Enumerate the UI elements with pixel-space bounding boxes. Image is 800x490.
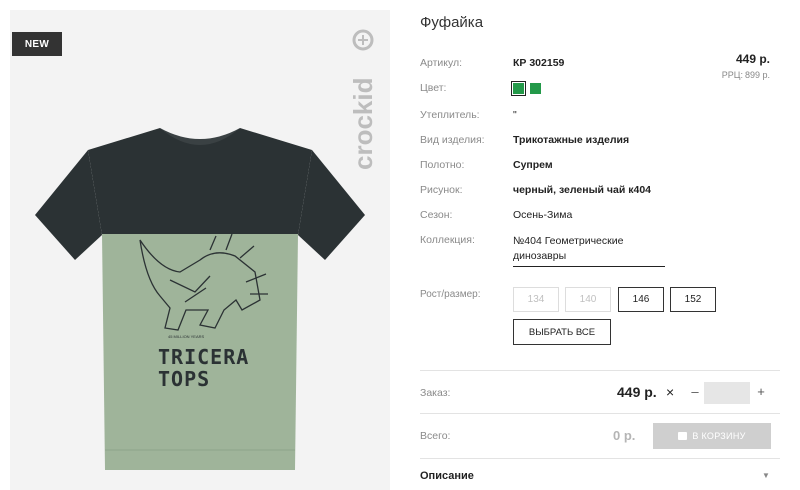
- product-photo[interactable]: NEW crockid 45 MILLION YEARS TRICERA TOP…: [10, 10, 390, 490]
- product-details: Фуфайка 449 р. РРЦ: 899 р. Артикул: КР 30…: [420, 0, 780, 490]
- product-title: Фуфайка: [420, 14, 484, 31]
- divider: [420, 370, 780, 371]
- qty-minus-button[interactable]: –: [688, 384, 702, 399]
- color-swatch[interactable]: [511, 80, 526, 96]
- select-all-button[interactable]: ВЫБРАТЬ ВСЕ: [513, 319, 611, 345]
- qty-input[interactable]: [704, 382, 750, 404]
- size-option-140[interactable]: 140: [565, 287, 611, 312]
- add-to-cart-label: В КОРЗИНУ: [692, 431, 746, 441]
- add-to-cart-button[interactable]: В КОРЗИНУ: [653, 423, 771, 449]
- size-label: Рост/размер:: [420, 289, 481, 300]
- divider: [420, 458, 780, 459]
- rrp-price: РРЦ: 899 р.: [721, 70, 770, 80]
- qty-plus-button[interactable]: +: [754, 384, 768, 399]
- collection-link[interactable]: №404 Геометрические динозавры: [513, 234, 665, 267]
- size-option-134[interactable]: 134: [513, 287, 559, 312]
- print-text: 45 MILLION YEARS TRICERA TOPS: [158, 334, 249, 391]
- total-value: 0 р.: [613, 428, 636, 443]
- chevron-down-icon[interactable]: ▼: [762, 471, 770, 480]
- size-option-146[interactable]: 146: [618, 287, 664, 312]
- description-toggle[interactable]: Описание: [420, 470, 474, 482]
- order-label: Заказ:: [420, 387, 451, 399]
- clear-order-icon[interactable]: ×: [666, 384, 674, 400]
- cart-icon: [678, 432, 688, 440]
- product-price: 449 р.: [735, 52, 770, 66]
- total-label: Всего:: [420, 430, 451, 442]
- color-swatch[interactable]: [529, 82, 541, 94]
- svg-text:TRICERA: TRICERA: [158, 345, 249, 369]
- divider: [420, 413, 780, 414]
- svg-text:45 MILLION YEARS: 45 MILLION YEARS: [168, 334, 204, 339]
- svg-text:TOPS: TOPS: [158, 367, 210, 391]
- size-option-152[interactable]: 152: [670, 287, 716, 312]
- order-price: 449 р.: [617, 384, 657, 400]
